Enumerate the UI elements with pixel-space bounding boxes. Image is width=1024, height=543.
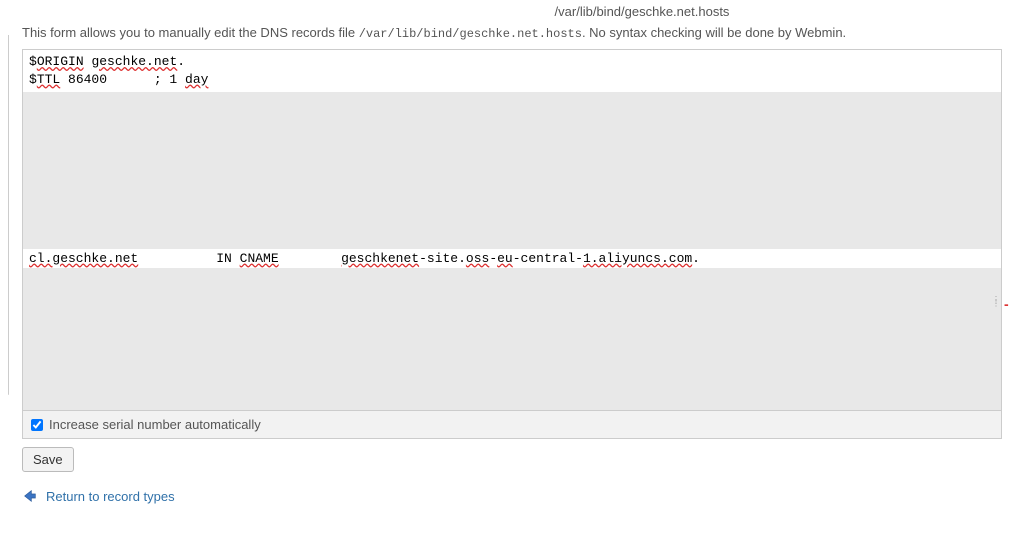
serial-checkbox[interactable] bbox=[31, 419, 43, 431]
resize-handle-icon[interactable]: ⋮⋮ bbox=[992, 298, 1000, 314]
edit-form: $ORIGIN geschke.net. $TTL 86400 ; 1 day … bbox=[22, 49, 1002, 504]
zone-line-1: $ORIGIN geschke.net. $TTL 86400 ; 1 day bbox=[23, 50, 1001, 92]
editor-gap bbox=[23, 92, 1001, 249]
options-row: Increase serial number automatically bbox=[22, 411, 1002, 439]
return-link[interactable]: Return to record types bbox=[46, 489, 175, 504]
zone-line-cname: cl.geschke.net IN CNAME geschkenet-site.… bbox=[23, 249, 1001, 269]
overflow-indicator: - bbox=[1004, 296, 1008, 300]
serial-label: Increase serial number automatically bbox=[49, 417, 261, 432]
zone-file-editor[interactable]: $ORIGIN geschke.net. $TTL 86400 ; 1 day … bbox=[22, 49, 1002, 411]
intro-text: This form allows you to manually edit th… bbox=[22, 25, 1002, 41]
file-path-title: /var/lib/bind/geschke.net.hosts bbox=[260, 0, 1024, 25]
save-button[interactable]: Save bbox=[22, 447, 74, 472]
panel-left-border bbox=[8, 35, 9, 395]
arrow-left-icon bbox=[22, 488, 38, 504]
intro-path: /var/lib/bind/geschke.net.hosts bbox=[359, 27, 582, 41]
